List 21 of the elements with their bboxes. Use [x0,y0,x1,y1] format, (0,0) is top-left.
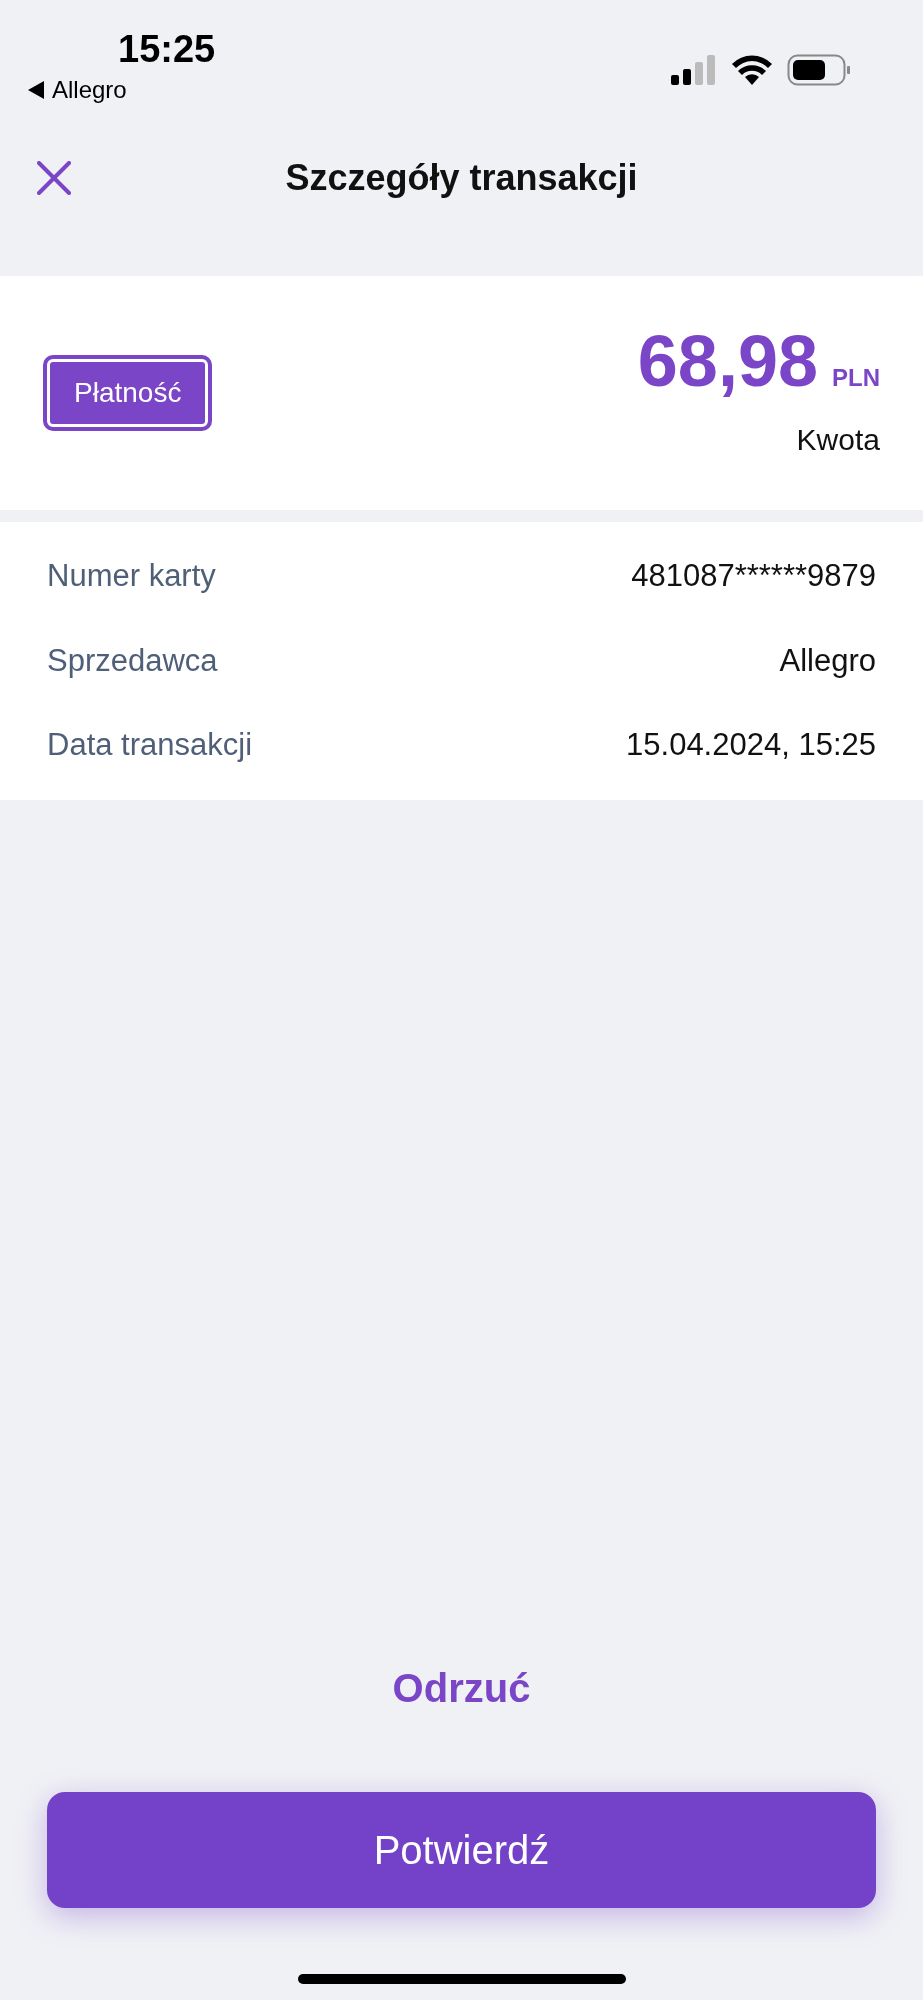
confirm-button[interactable]: Potwierdź [47,1792,876,1908]
amount-value: 68,98 [637,324,818,397]
screen-title: Szczegóły transakcji [285,156,638,200]
detail-value: 15.04.2024, 15:25 [626,726,876,765]
battery-icon [787,54,851,86]
detail-value: 481087******9879 [631,557,876,596]
amount-label: Kwota [796,421,880,458]
signal-icon [671,55,717,85]
detail-label: Data transakcji [47,726,253,765]
reject-link[interactable]: Odrzuć [392,1658,531,1718]
currency-label: PLN [832,362,880,393]
back-triangle-icon [28,81,44,99]
back-app-link[interactable]: Allegro [52,78,127,102]
detail-label: Sprzedawca [47,641,218,680]
detail-value: Allegro [779,641,876,680]
close-icon [37,161,71,195]
detail-label: Numer karty [47,557,216,596]
close-button[interactable] [34,158,74,198]
payment-type-badge: Płatność [43,355,213,431]
status-time: 15:25 [118,30,216,68]
wifi-icon [731,55,773,85]
